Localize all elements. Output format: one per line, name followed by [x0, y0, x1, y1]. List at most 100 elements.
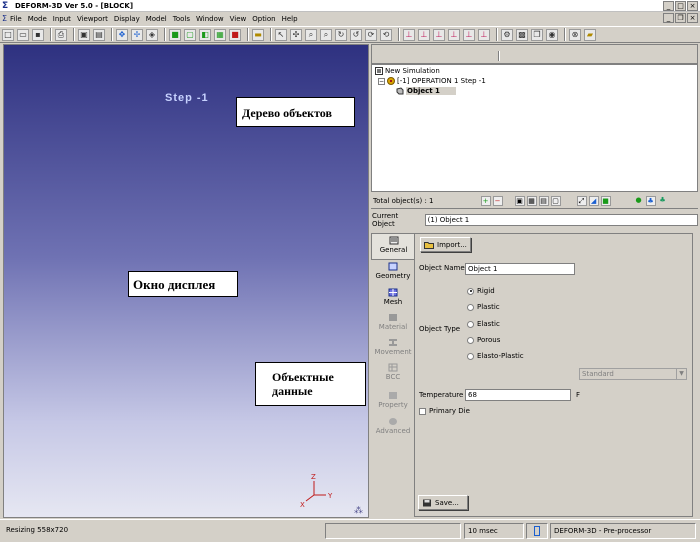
rotate-x-icon[interactable]: ↺	[350, 28, 362, 41]
maximize-button[interactable]: □	[675, 1, 686, 11]
solid-view-icon[interactable]: ■	[169, 28, 181, 41]
import-button[interactable]: Import...	[420, 237, 471, 252]
save-button[interactable]: Save...	[418, 495, 468, 510]
save-icon[interactable]: ▪	[32, 28, 44, 41]
type-radio-elasto-plastic[interactable]: Elasto-Plastic	[467, 352, 524, 360]
tree-root[interactable]: New Simulation	[375, 67, 440, 75]
view-xz-icon[interactable]: ⊥	[433, 28, 445, 41]
view-iso-icon[interactable]: ⊥	[448, 28, 460, 41]
menu-model[interactable]: Model	[146, 15, 167, 23]
tab-general[interactable]: General	[371, 233, 415, 260]
tab-movement[interactable]: Movement	[371, 338, 415, 360]
tab-advanced[interactable]: Advanced	[371, 417, 415, 439]
display-window[interactable]: Step -1 Дерево объектов Окно дисплея Объ…	[3, 44, 369, 518]
multi-object-icon[interactable]: ♣	[658, 196, 668, 206]
menu-display[interactable]: Display	[114, 15, 140, 23]
menu-viewport[interactable]: Viewport	[77, 15, 108, 23]
move-icon[interactable]: ✥	[116, 28, 128, 41]
standard-select[interactable]: Standard ▼	[579, 368, 687, 380]
tree-column-divider[interactable]	[498, 51, 500, 61]
stop-icon[interactable]: ⊗	[569, 28, 581, 41]
palette-icon[interactable]: ▩	[516, 28, 528, 41]
view-back-icon[interactable]: ⊥	[478, 28, 490, 41]
type-radio-plastic[interactable]: Plastic	[467, 303, 500, 311]
image-icon[interactable]: ▣	[78, 28, 90, 41]
single-object-icon[interactable]: ♣	[645, 195, 656, 206]
view-front-icon[interactable]: ⊥	[463, 28, 475, 41]
radio-porous[interactable]	[467, 336, 474, 344]
mesh-toggle-icon[interactable]: ▦	[526, 195, 537, 206]
show-object-icon[interactable]: ▣	[514, 195, 525, 206]
tab-mesh[interactable]: Mesh	[371, 288, 415, 310]
menu-input[interactable]: Input	[53, 15, 71, 23]
zoom-box-icon[interactable]: ⌕	[320, 28, 332, 41]
settings-icon[interactable]: ⚙	[501, 28, 513, 41]
object-name-field[interactable]: Object 1	[465, 263, 575, 275]
mesh-view-icon[interactable]: ▦	[214, 28, 226, 41]
layout-icon[interactable]: ▤	[538, 195, 549, 206]
new-icon[interactable]: □	[2, 28, 14, 41]
tree-object[interactable]: Object 1	[396, 87, 456, 95]
window-icon[interactable]: ▢	[550, 195, 561, 206]
folder-icon[interactable]: ▰	[584, 28, 596, 41]
add-object-icon[interactable]: +	[480, 195, 491, 206]
pointer-icon[interactable]: ↖	[275, 28, 287, 41]
transform-icon[interactable]: ⤢	[576, 195, 587, 206]
translate-icon[interactable]: ✣	[290, 28, 302, 41]
rotate-z-icon[interactable]: ⟲	[380, 28, 392, 41]
label-icon[interactable]: ▬	[252, 28, 264, 41]
radio-plastic[interactable]	[467, 303, 474, 311]
doc-close-button[interactable]: ×	[687, 13, 698, 23]
rotate-icon[interactable]: ↻	[335, 28, 347, 41]
menu-help[interactable]: Help	[282, 15, 298, 23]
temperature-field[interactable]: 68	[465, 389, 571, 401]
view-icon[interactable]: ◈	[146, 28, 158, 41]
shade-icon[interactable]: ◧	[199, 28, 211, 41]
menu-option[interactable]: Option	[252, 15, 275, 23]
doc-restore-button[interactable]: ❐	[675, 13, 686, 23]
menu-file[interactable]: File	[10, 15, 22, 23]
menu-view[interactable]: View	[230, 15, 247, 23]
color-icon[interactable]: ■	[229, 28, 241, 41]
radio-elasto-plastic[interactable]	[467, 352, 474, 360]
radio-elastic[interactable]	[467, 320, 474, 328]
radio-rigid[interactable]	[467, 287, 474, 295]
menu-tools[interactable]: Tools	[173, 15, 190, 23]
document-icon[interactable]: Ʃ	[2, 14, 10, 23]
close-button[interactable]: ×	[687, 1, 698, 11]
view-yz-icon[interactable]: ⊥	[418, 28, 430, 41]
menu-window[interactable]: Window	[196, 15, 224, 23]
primary-die-checkbox[interactable]	[419, 407, 426, 415]
green-dot-icon[interactable]: ●	[634, 196, 644, 206]
wireframe-icon[interactable]: ▢	[184, 28, 196, 41]
tree-operation[interactable]: − [-1] OPERATION 1 Step -1	[378, 77, 486, 85]
copy-icon[interactable]: ❐	[531, 28, 543, 41]
chevron-down-icon[interactable]: ▼	[676, 369, 686, 379]
zoom-icon[interactable]: ⌕	[305, 28, 317, 41]
tab-material[interactable]: Material	[371, 313, 415, 335]
expand-toggle-icon[interactable]: −	[378, 77, 385, 85]
rotate-y-icon[interactable]: ⟳	[365, 28, 377, 41]
open-icon[interactable]: ▭	[17, 28, 29, 41]
view-xy-icon[interactable]: ⊥	[403, 28, 415, 41]
tab-bcc[interactable]: BCC	[371, 363, 415, 387]
object-tree[interactable]: New Simulation − [-1] OPERATION 1 Step -…	[371, 64, 698, 192]
pan-icon[interactable]: ✢	[131, 28, 143, 41]
view-orientation-icon[interactable]: ⁂	[354, 506, 364, 516]
doc-minimize-button[interactable]: _	[663, 13, 674, 23]
edge-icon[interactable]: ◢	[588, 195, 599, 206]
capture-icon[interactable]: ▤	[93, 28, 105, 41]
primary-die-row[interactable]: Primary Die	[419, 407, 470, 415]
type-radio-rigid[interactable]: Rigid	[467, 287, 495, 295]
color-object-icon[interactable]: ■	[600, 195, 611, 206]
database-icon[interactable]: ◉	[546, 28, 558, 41]
current-object-select[interactable]: (1) Object 1	[424, 214, 698, 226]
delete-object-icon[interactable]: −	[492, 195, 503, 206]
type-radio-porous[interactable]: Porous	[467, 336, 500, 344]
menu-mode[interactable]: Mode	[28, 15, 47, 23]
tab-geometry[interactable]: Geometry	[371, 262, 415, 286]
tab-property[interactable]: Property	[371, 391, 415, 413]
print-icon[interactable]: ⎙	[55, 28, 67, 41]
type-radio-elastic[interactable]: Elastic	[467, 320, 500, 328]
minimize-button[interactable]: _	[663, 1, 674, 11]
